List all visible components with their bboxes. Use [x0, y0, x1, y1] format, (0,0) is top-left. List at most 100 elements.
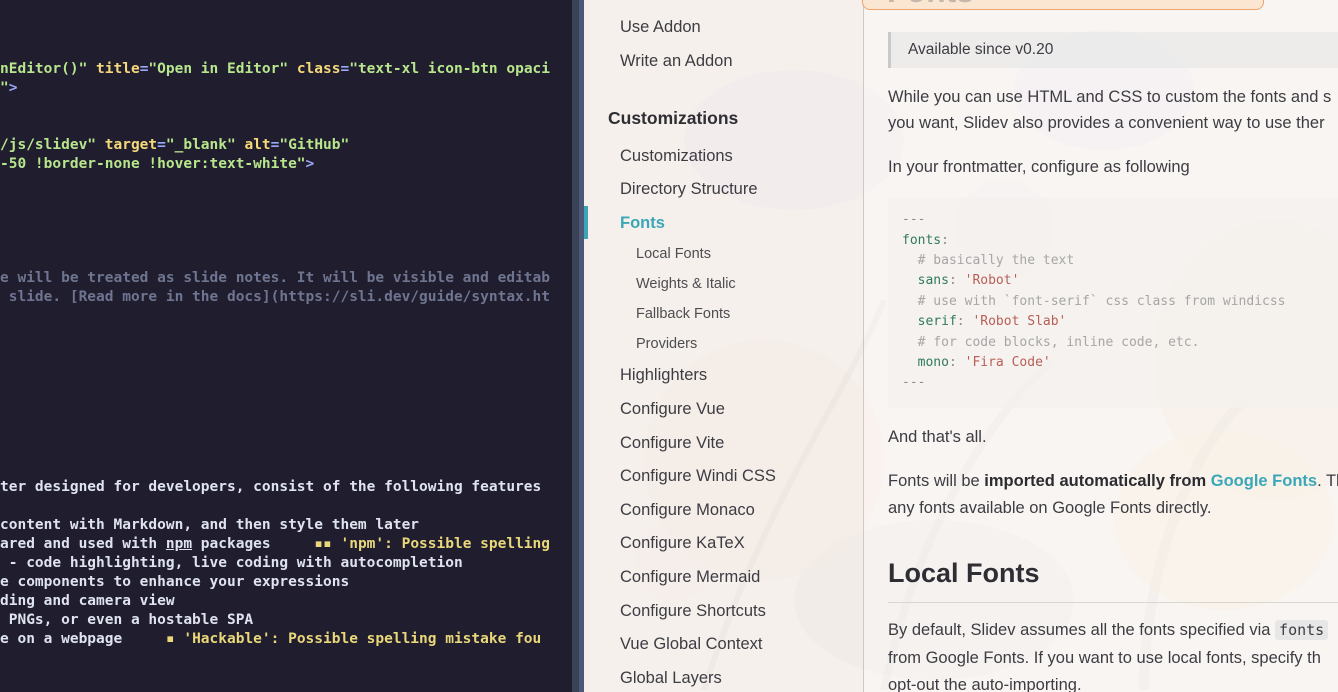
sidebar-item-highlighters[interactable]: Highlighters — [620, 366, 707, 385]
page-title-banner: Fonts — [862, 0, 1264, 10]
fonts-tail-text: . Th — [1317, 472, 1338, 490]
terminal-line: ared and used with npm packages ▪▪ 'npm'… — [0, 535, 550, 554]
available-since-text: Available since v0.20 — [908, 41, 1054, 58]
token: > — [8, 80, 18, 96]
docs-sidebar: Use Addon Write an Addon Customizations … — [584, 0, 864, 692]
any-fonts-line: any fonts available on Google Fonts dire… — [888, 499, 1212, 517]
token: = — [157, 137, 166, 153]
token: # use with `font-serif` css class from w… — [902, 294, 1286, 309]
code-line: sans: 'Robot' — [902, 271, 1020, 291]
token: : — [956, 314, 973, 329]
token: ▪ 'Hackable': Possible spelling mistake … — [165, 631, 542, 647]
sidebar-subitem-weights-italic[interactable]: Weights & Italic — [636, 276, 736, 292]
sidebar-item-use-addon[interactable]: Use Addon — [620, 18, 701, 37]
token: mono — [902, 355, 949, 370]
sidebar-item-configure-shortcuts[interactable]: Configure Shortcuts — [620, 602, 766, 621]
terminal-line: ding and camera view — [0, 592, 175, 611]
page-title: Fonts — [887, 0, 974, 9]
token: /js/slidev" — [0, 137, 105, 153]
code-line: serif: 'Robot Slab' — [902, 312, 1067, 332]
sidebar-item-configure-katex[interactable]: Configure KaTeX — [620, 534, 745, 553]
sidebar-section-customizations: Customizations — [608, 108, 739, 128]
token: content with Markdown, and then style th… — [0, 517, 420, 533]
token: PNGs, or even a hostable SPA — [0, 612, 254, 628]
opt-out-line: opt-out the auto-importing. — [888, 676, 1082, 692]
sidebar-subitem-fallback-fonts[interactable]: Fallback Fonts — [636, 306, 730, 322]
sidebar-item-vue-global-context[interactable]: Vue Global Context — [620, 635, 762, 654]
google-fonts-link[interactable]: Google Fonts — [1211, 472, 1317, 490]
token: e will be treated as slide notes. It wil… — [0, 270, 550, 286]
token: packages — [192, 536, 315, 552]
terminal-line: nEditor()" title="Open in Editor" class=… — [0, 60, 550, 79]
terminal-line: e components to enhance your expressions — [0, 573, 349, 592]
token: npm — [165, 536, 193, 552]
sidebar-item-global-layers[interactable]: Global Layers — [620, 669, 722, 688]
fonts-imported-line: Fonts will be imported automatically fro… — [888, 472, 1338, 491]
default-line: By default, Slidev assumes all the fonts… — [888, 620, 1329, 640]
sidebar-item-customizations[interactable]: Customizations — [620, 147, 733, 166]
sidebar-item-write-addon[interactable]: Write an Addon — [620, 52, 733, 71]
sidebar-item-configure-monaco[interactable]: Configure Monaco — [620, 501, 755, 520]
default-text: By default, Slidev assumes all the fonts… — [888, 621, 1276, 639]
token: -50 !border-none !hover:text-white" — [0, 156, 306, 172]
sidebar-item-directory-structure[interactable]: Directory Structure — [620, 180, 758, 199]
token: # for code blocks, inline code, etc. — [902, 335, 1200, 350]
token: ter designed for developers, consist of … — [0, 479, 542, 495]
code-line: # use with `font-serif` css class from w… — [902, 292, 1286, 312]
code-line: fonts: — [902, 231, 949, 251]
terminal-line: PNGs, or even a hostable SPA — [0, 611, 253, 630]
fonts-inline-code: fonts — [1275, 620, 1329, 640]
token: 'Fira Code' — [964, 355, 1051, 370]
token: alt — [244, 137, 271, 153]
token: - code highlighting, live coding with au… — [0, 555, 463, 571]
terminal-line: /js/slidev" target="_blank" alt="GitHub" — [0, 136, 349, 155]
token: "text-xl icon-btn opaci — [349, 61, 551, 77]
terminal-line: e on a webpage ▪ 'Hackable': Possible sp… — [0, 630, 541, 649]
token: : — [948, 355, 965, 370]
terminal-line: slide. [Read more in the docs](https://s… — [0, 288, 550, 307]
token: e on a webpage — [0, 631, 166, 647]
available-since-note: Available since v0.20 — [888, 32, 1338, 68]
terminal-pane[interactable]: nEditor()" title="Open in Editor" class=… — [0, 0, 572, 692]
token: title — [96, 61, 140, 77]
sidebar-item-fonts[interactable]: Fonts — [620, 214, 665, 233]
token: --- — [902, 212, 926, 227]
code-line: --- — [902, 210, 925, 230]
pane-divider[interactable] — [572, 0, 584, 692]
token: nEditor()" — [0, 61, 97, 77]
terminal-line: ter designed for developers, consist of … — [0, 478, 541, 497]
configure-text: In your frontmatter, configure as follow… — [888, 158, 1190, 176]
token: ared and used with — [0, 536, 166, 552]
token: fonts — [902, 233, 942, 248]
local-fonts-heading: Local Fonts — [888, 558, 1040, 588]
token: e components to enhance your expressions — [0, 574, 350, 590]
token: 'Robot' — [964, 273, 1020, 288]
code-line: # for code blocks, inline code, etc. — [902, 333, 1200, 353]
token: "_blank" — [165, 137, 245, 153]
thats-all-text: And that's all. — [888, 428, 987, 446]
imported-bold-text: imported automatically from — [984, 472, 1207, 490]
token: slide. [Read more in the docs](https://s… — [0, 289, 550, 305]
token: > — [305, 156, 315, 172]
token: # basically the text — [902, 253, 1075, 268]
sidebar-subitem-local-fonts[interactable]: Local Fonts — [636, 246, 711, 262]
fonts-will-be-text: Fonts will be — [888, 472, 985, 490]
token: : — [941, 233, 949, 248]
intro-line-2: you want, Slidev also provides a conveni… — [888, 114, 1325, 132]
sidebar-item-configure-windi[interactable]: Configure Windi CSS — [620, 467, 776, 486]
sidebar-item-configure-vite[interactable]: Configure Vite — [620, 434, 724, 453]
token: ▪▪ 'npm': Possible spelling — [314, 536, 550, 552]
token: class — [296, 61, 341, 77]
token: "Open in Editor" — [148, 61, 297, 77]
token: 'Robot Slab' — [972, 314, 1067, 329]
intro-line-1: While you can use HTML and CSS to custom… — [888, 88, 1332, 106]
token: : — [948, 273, 965, 288]
code-line: --- — [902, 373, 925, 393]
sidebar-subitem-providers[interactable]: Providers — [636, 336, 697, 352]
sidebar-item-configure-vue[interactable]: Configure Vue — [620, 400, 725, 419]
active-indicator — [584, 206, 588, 239]
token: " — [0, 80, 9, 96]
code-block[interactable]: --- fonts: # basically the text sans: 'R… — [888, 198, 1338, 408]
sidebar-item-configure-mermaid[interactable]: Configure Mermaid — [620, 568, 760, 587]
token: sans — [902, 273, 949, 288]
